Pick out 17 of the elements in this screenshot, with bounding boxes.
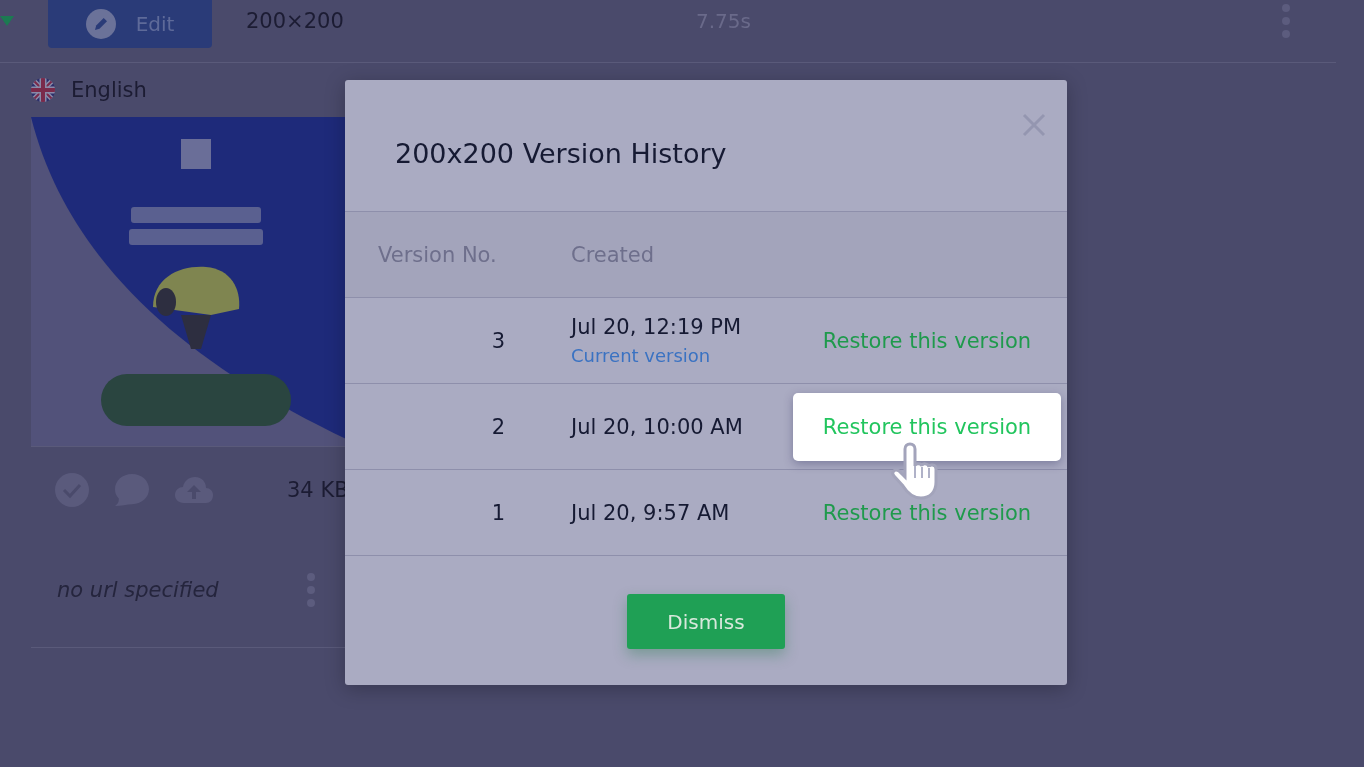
dialog-title: 200x200 Version History <box>395 138 727 169</box>
size-label: 200×200 <box>246 9 345 33</box>
created-date: Jul 20, 9:57 AM <box>571 500 731 525</box>
pencil-icon <box>85 9 116 39</box>
uk-flag-icon <box>31 78 55 102</box>
language-label: English <box>71 78 147 102</box>
expand-triangle-icon[interactable] <box>0 16 14 26</box>
version-number: 2 <box>490 414 505 439</box>
dismiss-button[interactable]: Dismiss <box>627 594 785 649</box>
restore-version-button[interactable]: Restore this version <box>793 306 1061 375</box>
version-number: 3 <box>490 328 505 353</box>
created-date: Jul 20, 10:00 AM <box>571 414 744 439</box>
restore-version-button[interactable]: Restore this version <box>793 392 1061 461</box>
version-number: 1 <box>490 500 505 525</box>
restore-version-button[interactable]: Restore this version <box>793 478 1061 547</box>
created-date: Jul 20, 12:19 PM <box>571 315 743 339</box>
current-version-label: Current version <box>571 345 712 366</box>
